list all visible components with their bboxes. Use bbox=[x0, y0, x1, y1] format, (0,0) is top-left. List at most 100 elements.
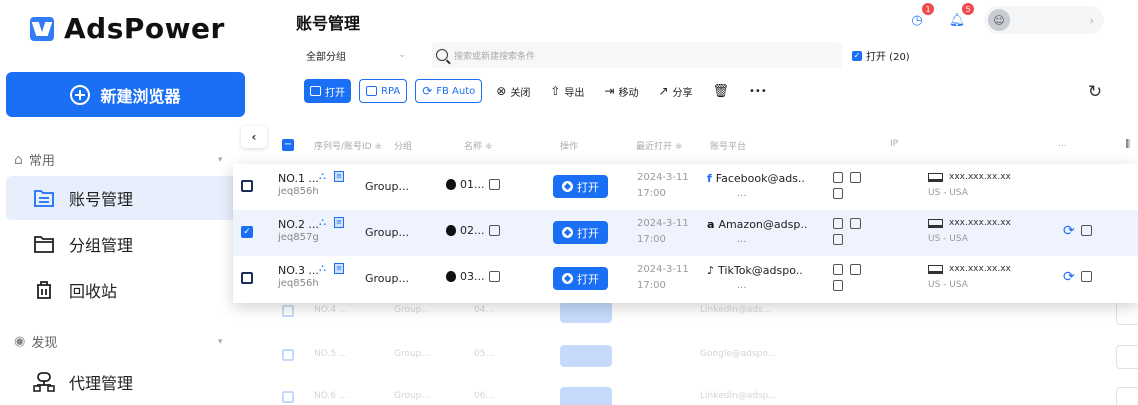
row-checkbox-checked[interactable]: ✓ bbox=[241, 226, 253, 238]
row-platform: f Facebook@ads.. bbox=[707, 172, 805, 185]
col-name[interactable]: 名称 ≑ bbox=[464, 139, 492, 152]
open-profile-button[interactable] bbox=[560, 387, 612, 405]
sync-icon[interactable]: ⟳ bbox=[1063, 269, 1075, 285]
export-icon: ⇧ bbox=[550, 84, 561, 98]
copy-icon[interactable] bbox=[833, 218, 843, 229]
note-icon[interactable]: ≡ bbox=[334, 263, 344, 274]
col-platform: 账号平台 bbox=[710, 142, 747, 152]
search-icon bbox=[436, 49, 448, 61]
row-group: Group... bbox=[365, 180, 409, 193]
edit-icon[interactable] bbox=[850, 218, 861, 229]
refresh-button[interactable]: ↻ bbox=[1080, 79, 1110, 105]
edit-icon[interactable] bbox=[850, 172, 861, 183]
copy-icon[interactable] bbox=[833, 280, 843, 291]
fb-auto-button[interactable]: ⟳ FB Auto bbox=[415, 79, 483, 103]
group-select[interactable]: 全部分组 ⌄ bbox=[298, 42, 416, 68]
note-icon[interactable]: ≡ bbox=[334, 217, 344, 228]
table-row-selected[interactable]: ✓ NO.2 ... jeq857g ⛬ ≡ Group... 02... 打开… bbox=[233, 210, 1138, 256]
apple-icon bbox=[446, 179, 456, 190]
copy-icon[interactable] bbox=[833, 172, 843, 183]
col-group[interactable]: 分组 bbox=[394, 139, 412, 152]
table-row[interactable]: NO.1 ... jeq856h ⛬ ≡ Group... 01... 打开 2… bbox=[233, 164, 1138, 210]
table-row[interactable]: NO.3 ... jeq856h ⛬ ≡ Group... 03... 打开 2… bbox=[233, 256, 1138, 302]
open-profile-button[interactable]: 打开 bbox=[553, 221, 608, 244]
section-common[interactable]: ⌂ 常用 ▾ bbox=[14, 150, 223, 170]
edit-icon[interactable] bbox=[488, 179, 500, 190]
table-row[interactable]: NO.5 ... Group... 05... Google@adspo... bbox=[270, 335, 1138, 379]
note-icon[interactable]: ≡ bbox=[334, 171, 344, 182]
section-discover[interactable]: ◉ 发现 ▾ bbox=[14, 332, 223, 351]
row-name: 02... bbox=[460, 224, 485, 237]
row-name-cell: 02... bbox=[446, 224, 500, 237]
row-time: 17:00 bbox=[637, 188, 666, 199]
row-ip: xxx.xxx.xx.xx bbox=[928, 264, 1011, 274]
column-settings-icon[interactable]: ⫼ bbox=[1125, 139, 1130, 150]
col-serial[interactable]: 序列号/账号ID ≑ bbox=[314, 139, 382, 152]
new-browser-button[interactable]: 新建浏览器 bbox=[6, 72, 245, 117]
sync-icon[interactable]: ⟳ bbox=[1063, 223, 1075, 239]
copy-icon[interactable] bbox=[833, 264, 843, 275]
copy-icon[interactable] bbox=[833, 234, 843, 245]
row-checkbox[interactable] bbox=[241, 180, 253, 192]
edit-icon[interactable] bbox=[1081, 271, 1092, 282]
export-button[interactable]: ⇧ 导出 bbox=[544, 79, 590, 103]
platform-sub: ... bbox=[737, 234, 747, 245]
adspower-logo[interactable]: AdsPower bbox=[30, 12, 225, 45]
rpa-button[interactable]: RPA bbox=[359, 79, 408, 103]
ip-address: xxx.xxx.xx.xx bbox=[949, 218, 1011, 228]
row-more-button[interactable] bbox=[1116, 387, 1138, 405]
user-menu[interactable]: ☺ › bbox=[984, 6, 1104, 34]
delete-button[interactable]: 🗑︎ bbox=[707, 79, 736, 103]
sidebar-item-proxy[interactable]: 代理管理 bbox=[6, 360, 245, 404]
more-button[interactable]: ••• bbox=[743, 79, 773, 103]
row-checkbox[interactable] bbox=[282, 391, 294, 403]
robot-icon bbox=[366, 86, 377, 96]
open-profile-button[interactable] bbox=[560, 301, 612, 323]
sidebar-item-trash[interactable]: 回收站 bbox=[6, 268, 245, 312]
edit-icon[interactable] bbox=[488, 225, 500, 236]
select-all-checkbox[interactable]: − bbox=[282, 139, 294, 151]
close-button[interactable]: ⊗ 关闭 bbox=[490, 79, 536, 103]
copy-icon[interactable] bbox=[833, 188, 843, 199]
sync-status-button[interactable]: ◷ 1 bbox=[904, 3, 934, 33]
avatar: ☺ bbox=[988, 9, 1010, 31]
open-profile-button[interactable] bbox=[560, 345, 612, 367]
edit-icon[interactable] bbox=[488, 271, 500, 282]
col-last-open[interactable]: 最近打开 ≑ bbox=[636, 139, 682, 152]
row-platform: a Amazon@adsp.. bbox=[707, 218, 807, 231]
open-filter-label: 打开 (20) bbox=[866, 52, 910, 63]
row-checkbox[interactable] bbox=[282, 349, 294, 361]
share-button[interactable]: ↗ 分享 bbox=[652, 79, 698, 103]
row-more-button[interactable] bbox=[1116, 301, 1138, 325]
adspower-logo-icon bbox=[30, 16, 54, 41]
open-filter-checkbox[interactable]: ✓ 打开 (20) bbox=[852, 48, 910, 63]
open-profile-button[interactable]: 打开 bbox=[553, 267, 608, 290]
open-button[interactable]: 打开 bbox=[304, 79, 351, 103]
move-button[interactable]: ⇥ 移动 bbox=[598, 79, 644, 103]
row-ip: xxx.xxx.xx.xx bbox=[928, 172, 1011, 182]
edit-icon[interactable] bbox=[850, 264, 861, 275]
search-input[interactable]: 搜索或新建搜索条件 bbox=[432, 42, 842, 68]
row-more-button[interactable] bbox=[1116, 345, 1138, 369]
notifications-button[interactable]: 🔔︎ 5 bbox=[944, 3, 974, 33]
row-platform: Google@adspo... bbox=[700, 349, 777, 359]
sidebar-item-label: 分组管理 bbox=[69, 236, 134, 255]
open-button-label: 打开 bbox=[325, 87, 345, 99]
row-name: 06... bbox=[474, 391, 495, 401]
ip-address: xxx.xxx.xx.xx bbox=[949, 172, 1011, 182]
sidebar-item-accounts[interactable]: 账号管理 bbox=[6, 176, 245, 220]
row-checkbox[interactable] bbox=[241, 272, 253, 284]
row-group: Group... bbox=[394, 305, 430, 315]
section-discover-label: 发现 bbox=[31, 336, 58, 351]
row-number: NO.5 ... bbox=[314, 349, 348, 359]
edit-icon[interactable] bbox=[1081, 225, 1092, 236]
move-icon: ⇥ bbox=[604, 84, 615, 98]
row-platform: LinkedIn@ads... bbox=[700, 305, 772, 315]
row-checkbox[interactable] bbox=[282, 305, 294, 317]
apple-icon bbox=[446, 225, 456, 236]
row-platform: ♪ TikTok@adspo.. bbox=[707, 264, 803, 277]
sidebar-item-groups[interactable]: 分组管理 bbox=[6, 222, 245, 266]
open-profile-button[interactable]: 打开 bbox=[553, 175, 608, 198]
table-row[interactable]: NO.6 ... Group... 06... LinkedIn@adsp... bbox=[270, 377, 1138, 405]
collapse-sidebar-button[interactable]: ‹ bbox=[241, 126, 267, 148]
